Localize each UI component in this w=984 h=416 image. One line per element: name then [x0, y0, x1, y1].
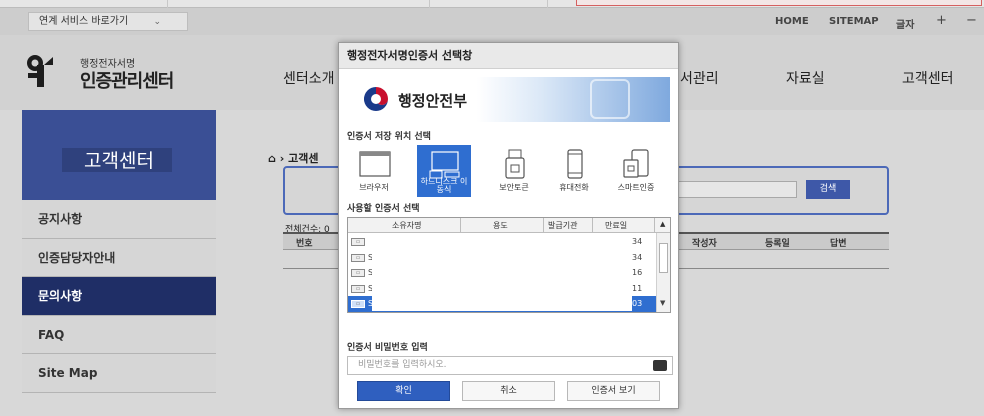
font-decrease-button[interactable]: −: [966, 13, 977, 28]
column-author: 작성자: [692, 239, 717, 249]
certificate-icon: ▭: [351, 300, 365, 308]
cert-column-owner[interactable]: 소유자명: [392, 220, 421, 231]
location-mobile-phone[interactable]: 휴대전화: [547, 145, 601, 197]
sidebar-title: 고객센터: [84, 150, 154, 172]
certificate-list: 소유자명 용도 발급기관 만료일 ▲ ▭ 34 ▭ S 34 ▭ S 16 ▭ …: [347, 217, 671, 313]
column-separator: [592, 218, 593, 233]
cert-expiry: 34: [632, 237, 643, 246]
location-label: 브라우저: [359, 183, 389, 192]
sidebar-item-contact[interactable]: 인증담당자안내: [22, 238, 216, 277]
certificate-list-header: 소유자명 용도 발급기관 만료일 ▲: [348, 218, 670, 233]
certificate-icon: ▭: [351, 238, 365, 246]
location-label: 스마트인증: [617, 183, 655, 192]
view-certificate-button[interactable]: 인증서 보기: [567, 381, 660, 401]
browser-icon: [359, 151, 391, 177]
column-separator: [654, 218, 655, 233]
scroll-down-icon[interactable]: ▼: [660, 299, 665, 307]
sidebar-item-notice[interactable]: 공지사항: [22, 200, 216, 239]
password-section-title: 인증서 비밀번호 입력: [347, 343, 428, 353]
nav-cert-management[interactable]: 서관리: [680, 68, 719, 88]
location-label: 하드디스크 이동식: [420, 177, 468, 194]
font-size-label: 글자: [896, 20, 915, 31]
home-icon[interactable]: ⌂: [268, 152, 276, 165]
password-placeholder: 비밀번호를 입력하시오.: [358, 360, 447, 370]
dialog-title: 행정전자서명인증서 선택창: [339, 43, 678, 69]
hard-disk-icon: [429, 151, 460, 179]
certificate-list-scrollbar[interactable]: ▼: [656, 233, 670, 312]
cert-expiry: 16: [632, 268, 643, 277]
related-service-label: 연계 서비스 바로가기: [39, 16, 129, 27]
top-strip-notice: [576, 0, 982, 6]
cert-column-issuer[interactable]: 발급기관: [548, 220, 577, 231]
column-answer: 답변: [830, 239, 847, 249]
sidebar-item-faq[interactable]: FAQ: [22, 315, 216, 354]
security-token-icon: [505, 149, 525, 179]
chevron-down-icon: ⌄: [153, 17, 161, 27]
cert-section-title: 사용할 인증서 선택: [347, 204, 420, 214]
sidebar-item-inquiry[interactable]: 문의사항: [22, 277, 216, 316]
utility-bar: 연계 서비스 바로가기 ⌄ HOME SITEMAP 글자 + −: [0, 8, 984, 35]
breadcrumb-separator: ›: [279, 152, 289, 165]
column-number: 번호: [296, 239, 313, 249]
location-section-title: 인증서 저장 위치 선택: [347, 132, 431, 142]
storage-location-picker: 브라우저 하드디스크 이동식 보안토큰 휴대전화 스마트인증: [347, 145, 671, 197]
lock-watermark-icon: [590, 79, 630, 119]
browser-top-strip: [0, 0, 984, 8]
redacted-area: [372, 236, 632, 311]
cert-expiry: 03: [632, 299, 643, 308]
logo-icon[interactable]: [26, 53, 54, 89]
location-security-token[interactable]: 보안토큰: [487, 145, 541, 197]
keyboard-icon[interactable]: [653, 360, 667, 371]
sidebar-item-sitemap[interactable]: Site Map: [22, 354, 216, 393]
scrollbar-thumb[interactable]: [659, 243, 668, 273]
cert-column-usage[interactable]: 용도: [493, 220, 508, 231]
cert-column-expiry[interactable]: 만료일: [605, 220, 627, 231]
certificate-icon: ▭: [351, 253, 365, 262]
sidebar-title-box: 고객센터: [22, 110, 216, 202]
location-hard-disk[interactable]: 하드디스크 이동식: [417, 145, 471, 197]
smart-auth-icon: [623, 149, 649, 178]
logo-title[interactable]: 인증관리센터: [80, 67, 174, 93]
search-button[interactable]: 검색: [806, 180, 850, 199]
top-strip-segment: [168, 0, 430, 8]
column-separator: [460, 218, 461, 233]
location-smart-auth[interactable]: 스마트인증: [609, 145, 663, 197]
nav-center-intro[interactable]: 센터소개: [283, 68, 335, 88]
cert-expiry: 11: [632, 283, 643, 293]
government-emblem-icon: [364, 87, 388, 111]
confirm-button[interactable]: 확인: [357, 381, 450, 401]
column-date: 등록일: [765, 239, 790, 249]
search-input[interactable]: [660, 181, 797, 198]
certificate-dialog: 행정전자서명인증서 선택창 행정안전부 인증서 저장 위치 선택 브라우저 하드…: [338, 42, 679, 409]
certificate-icon: ▭: [351, 284, 365, 293]
column-separator: [543, 218, 544, 233]
sitemap-link[interactable]: SITEMAP: [829, 16, 879, 27]
sidebar-menu: 공지사항 인증담당자안내 문의사항 FAQ Site Map: [22, 200, 216, 393]
breadcrumb: ⌂ › 고객센: [268, 150, 318, 166]
cancel-button[interactable]: 취소: [462, 381, 555, 401]
location-browser[interactable]: 브라우저: [347, 145, 401, 197]
top-strip-segment: [430, 0, 548, 8]
breadcrumb-current: 고객센: [288, 152, 319, 165]
font-increase-button[interactable]: +: [936, 13, 947, 28]
nav-library[interactable]: 자료실: [786, 68, 825, 88]
location-label: 휴대전화: [559, 183, 589, 192]
location-label: 보안토큰: [499, 183, 529, 192]
top-strip-segment: [0, 0, 168, 8]
related-service-select[interactable]: 연계 서비스 바로가기 ⌄: [28, 12, 188, 31]
password-field[interactable]: 비밀번호를 입력하시오.: [347, 356, 673, 375]
cert-expiry: 34: [632, 252, 643, 262]
mobile-phone-icon: [567, 149, 583, 179]
scroll-up-icon[interactable]: ▲: [660, 220, 665, 228]
home-link[interactable]: HOME: [775, 16, 809, 27]
nav-customer-center[interactable]: 고객센터: [902, 68, 954, 88]
certificate-icon: ▭: [351, 269, 365, 277]
ministry-banner: 행정안전부: [348, 77, 670, 122]
ministry-name: 행정안전부: [398, 92, 468, 110]
